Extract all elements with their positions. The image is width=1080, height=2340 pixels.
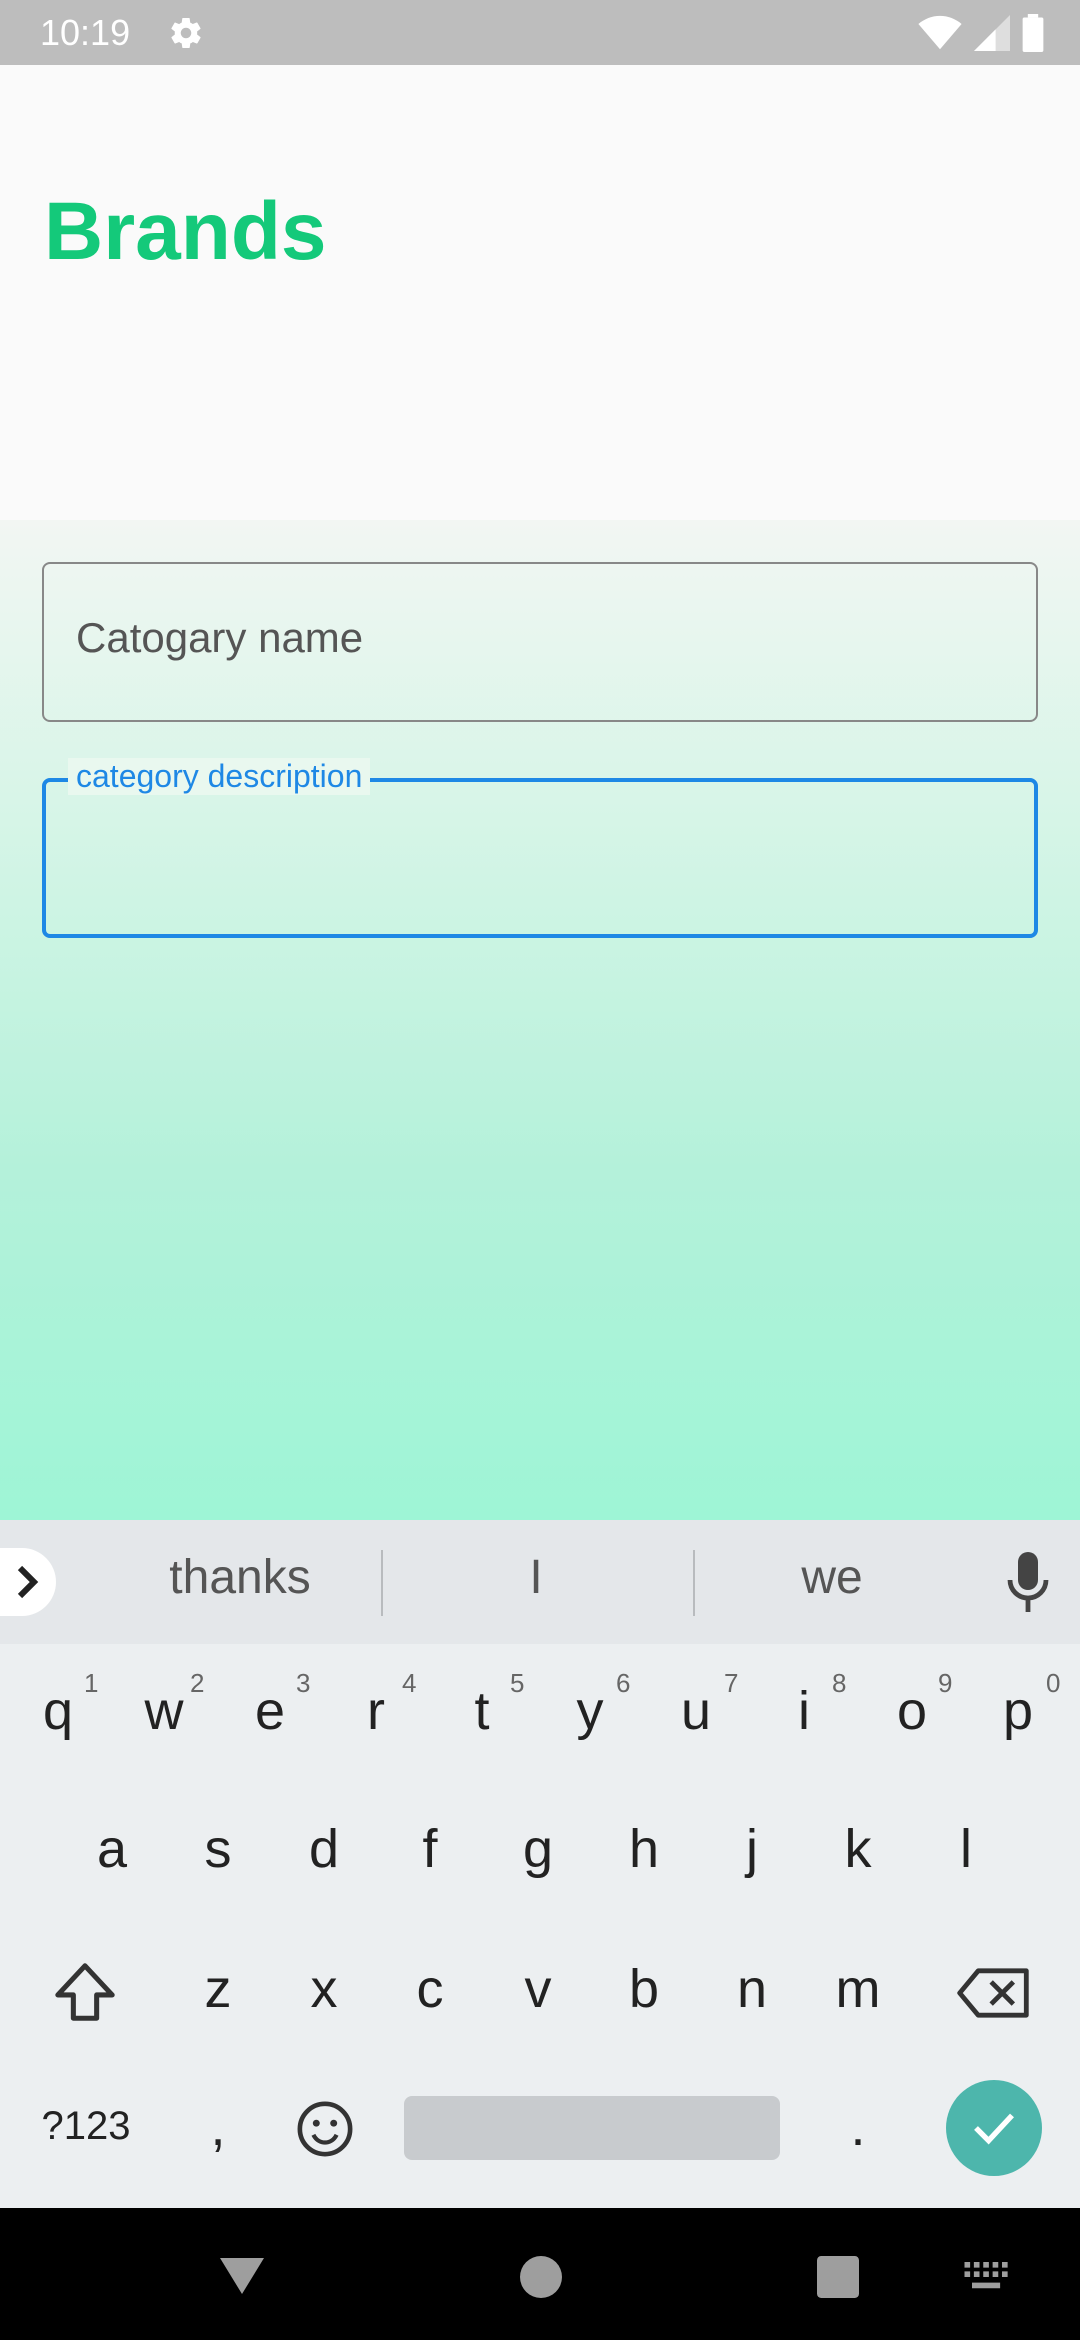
category-description-input[interactable] bbox=[76, 822, 1006, 892]
chevron-right-icon bbox=[17, 1565, 39, 1599]
status-icons bbox=[918, 14, 1044, 52]
key-hint: 3 bbox=[296, 1668, 311, 1698]
key-comma[interactable]: , bbox=[168, 2096, 268, 2158]
key-f[interactable]: f bbox=[380, 1818, 480, 1880]
key-v[interactable]: v bbox=[488, 1958, 588, 2020]
key-hint: 2 bbox=[190, 1668, 205, 1698]
key-hint: 9 bbox=[938, 1668, 953, 1698]
suggestion-bar: thanks I we bbox=[0, 1520, 1080, 1644]
status-bar: 10:19 bbox=[0, 0, 1080, 65]
key-period[interactable]: . bbox=[808, 2096, 908, 2158]
key-k[interactable]: k bbox=[808, 1818, 908, 1880]
suggestion-1[interactable]: thanks bbox=[100, 1550, 380, 1605]
category-description-label: category description bbox=[68, 758, 371, 795]
form-area: Catogary name category description bbox=[0, 520, 1080, 1520]
recents-icon[interactable] bbox=[817, 2256, 859, 2298]
key-d[interactable]: d bbox=[274, 1818, 374, 1880]
suggestions-toggle[interactable] bbox=[0, 1548, 56, 1616]
page-title: Brands bbox=[44, 186, 327, 277]
key-l[interactable]: l bbox=[916, 1818, 1016, 1880]
home-icon[interactable] bbox=[520, 2256, 562, 2298]
shift-icon[interactable] bbox=[50, 1960, 120, 2026]
checkmark-icon bbox=[974, 2113, 1014, 2145]
key-hint: 7 bbox=[724, 1668, 739, 1698]
key-hint: 6 bbox=[616, 1668, 631, 1698]
enter-key[interactable] bbox=[946, 2080, 1042, 2176]
wifi-icon bbox=[918, 15, 962, 50]
key-hint: 1 bbox=[84, 1668, 99, 1698]
key-m[interactable]: m bbox=[808, 1958, 908, 2020]
signal-icon bbox=[974, 15, 1010, 51]
key-j[interactable]: j bbox=[702, 1818, 802, 1880]
symbols-key[interactable]: ?123 bbox=[36, 2104, 136, 2149]
key-x[interactable]: x bbox=[274, 1958, 374, 2020]
key-c[interactable]: c bbox=[380, 1958, 480, 2020]
suggestion-divider bbox=[381, 1550, 383, 1616]
key-b[interactable]: b bbox=[594, 1958, 694, 2020]
key-hint: 5 bbox=[510, 1668, 525, 1698]
backspace-icon[interactable] bbox=[956, 1966, 1030, 2020]
emoji-icon[interactable] bbox=[296, 2100, 354, 2158]
key-n[interactable]: n bbox=[702, 1958, 802, 2020]
category-name-placeholder: Catogary name bbox=[76, 614, 364, 661]
battery-icon bbox=[1022, 14, 1044, 52]
suggestion-2[interactable]: I bbox=[396, 1550, 676, 1605]
key-hint: 0 bbox=[1046, 1668, 1061, 1698]
key-hint: 4 bbox=[402, 1668, 417, 1698]
back-icon[interactable] bbox=[218, 2256, 266, 2296]
key-h[interactable]: h bbox=[594, 1818, 694, 1880]
space-key[interactable] bbox=[404, 2096, 780, 2160]
soft-keyboard: thanks I we q 1 w 2 e 3 r 4 t 5 y 6 u 7 … bbox=[0, 1520, 1080, 2208]
gear-icon bbox=[171, 18, 201, 49]
key-s[interactable]: s bbox=[168, 1818, 268, 1880]
app-header: Brands bbox=[0, 65, 1080, 520]
keyboard-switch-icon[interactable] bbox=[964, 2262, 1010, 2292]
key-z[interactable]: z bbox=[168, 1958, 268, 2020]
status-time: 10:19 bbox=[40, 12, 131, 53]
key-a[interactable]: a bbox=[62, 1818, 162, 1880]
category-description-field[interactable]: category description bbox=[42, 758, 1038, 938]
suggestion-3[interactable]: we bbox=[692, 1550, 972, 1605]
category-name-field[interactable]: Catogary name bbox=[42, 562, 1038, 722]
navigation-bar bbox=[0, 2208, 1080, 2340]
key-hint: 8 bbox=[832, 1668, 847, 1698]
microphone-icon[interactable] bbox=[1006, 1552, 1050, 1612]
key-g[interactable]: g bbox=[488, 1818, 588, 1880]
